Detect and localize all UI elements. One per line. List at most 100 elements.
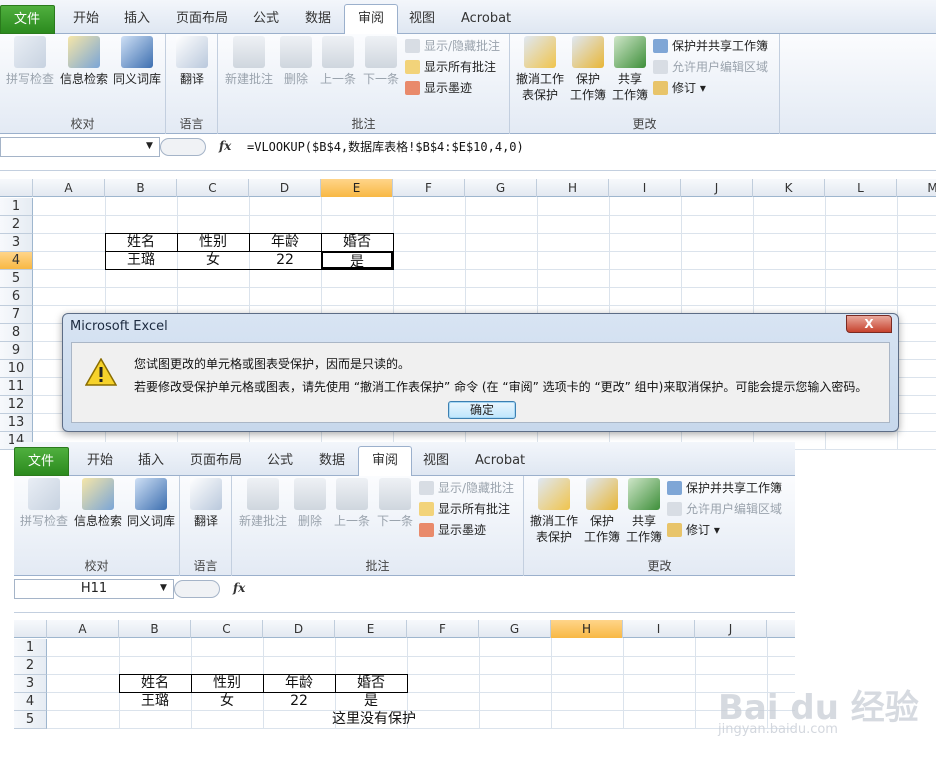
thesaurus-button[interactable]: 同义词库 [125, 478, 177, 529]
formula-expand-handle[interactable] [174, 580, 220, 598]
unprotect-sheet-button[interactable]: 撤消工作 表保护 [512, 36, 568, 103]
cell-B4[interactable]: 王璐 [105, 251, 177, 269]
tab-data[interactable]: 数据 [306, 447, 358, 476]
cell-E4-active[interactable]: 是 [321, 251, 393, 270]
delete-comment-button[interactable]: 删除 [292, 478, 328, 529]
row-header-selected[interactable]: 4 [0, 252, 33, 270]
col-header[interactable]: I [609, 179, 681, 197]
ok-button[interactable]: 确定 [448, 401, 516, 419]
row-header[interactable]: 9 [0, 342, 33, 360]
name-box[interactable]: H11 [14, 579, 174, 599]
tab-view[interactable]: 视图 [396, 5, 448, 34]
cell-C4[interactable]: 女 [191, 692, 263, 710]
chevron-down-icon[interactable]: ▼ [160, 583, 167, 593]
tab-page-layout[interactable]: 页面布局 [177, 447, 255, 476]
col-header[interactable]: I [623, 620, 695, 638]
share-workbook-button[interactable]: 共享 工作簿 [610, 36, 650, 103]
sheet-grid[interactable]: A B C D E F G H I J 1 2 3 4 5 姓名 性别 年龄 婚… [14, 620, 795, 732]
col-header[interactable]: F [407, 620, 479, 638]
protect-workbook-button[interactable]: 保护 工作簿 [582, 478, 622, 545]
allow-edit-ranges-button[interactable]: 允许用户编辑区域 [666, 499, 782, 519]
row-header[interactable]: 12 [0, 396, 33, 414]
col-header[interactable]: D [263, 620, 335, 638]
col-header[interactable]: C [177, 179, 249, 197]
tab-insert[interactable]: 插入 [111, 5, 163, 34]
row-header[interactable]: 3 [0, 234, 33, 252]
show-hide-comment-button[interactable]: 显示/隐藏批注 [404, 36, 500, 56]
next-comment-button[interactable]: 下一条 [374, 478, 416, 529]
cell-D3[interactable]: 年龄 [263, 674, 335, 692]
row-header[interactable]: 5 [14, 711, 47, 729]
col-header[interactable]: H [537, 179, 609, 197]
track-changes-button[interactable]: 修订 ▾ [652, 78, 706, 98]
show-all-comments-button[interactable]: 显示所有批注 [418, 499, 510, 519]
chevron-down-icon[interactable]: ▼ [146, 141, 153, 151]
tab-acrobat[interactable]: Acrobat [448, 5, 524, 34]
show-ink-button[interactable]: 显示墨迹 [404, 78, 472, 98]
share-workbook-button[interactable]: 共享 工作簿 [624, 478, 664, 545]
col-header[interactable]: J [695, 620, 767, 638]
row-header[interactable]: 10 [0, 360, 33, 378]
thesaurus-button[interactable]: 同义词库 [111, 36, 163, 87]
cell-D4[interactable]: 22 [263, 692, 335, 710]
col-header[interactable]: L [825, 179, 897, 197]
cell-C3[interactable]: 性别 [177, 233, 249, 251]
protect-share-button[interactable]: 保护并共享工作簿 [652, 36, 768, 56]
unprotect-sheet-button[interactable]: 撤消工作 表保护 [526, 478, 582, 545]
cell-E5-note[interactable]: 这里没有保护 [314, 710, 434, 728]
allow-edit-ranges-button[interactable]: 允许用户编辑区域 [652, 57, 768, 77]
row-header[interactable]: 2 [0, 216, 33, 234]
next-comment-button[interactable]: 下一条 [360, 36, 402, 87]
col-header-selected[interactable]: H [551, 620, 623, 638]
col-header[interactable]: G [465, 179, 537, 197]
research-button[interactable]: 信息检索 [58, 36, 110, 87]
protect-share-button[interactable]: 保护并共享工作簿 [666, 478, 782, 498]
name-box[interactable] [0, 137, 160, 157]
cell-D4[interactable]: 22 [249, 251, 321, 269]
col-header[interactable]: A [47, 620, 119, 638]
col-header[interactable]: A [33, 179, 105, 197]
tab-home[interactable]: 开始 [60, 5, 112, 34]
tab-file[interactable]: 文件 [14, 447, 69, 476]
show-all-comments-button[interactable]: 显示所有批注 [404, 57, 496, 77]
row-header[interactable]: 1 [0, 198, 33, 216]
tab-formulas[interactable]: 公式 [240, 5, 292, 34]
tab-formulas[interactable]: 公式 [254, 447, 306, 476]
select-all-corner[interactable] [0, 179, 33, 197]
col-header[interactable]: K [753, 179, 825, 197]
tab-home[interactable]: 开始 [74, 447, 126, 476]
cell-B4[interactable]: 王璐 [119, 692, 191, 710]
row-header[interactable]: 2 [14, 657, 47, 675]
row-header[interactable]: 4 [14, 693, 47, 711]
tab-acrobat[interactable]: Acrobat [462, 447, 538, 476]
col-header[interactable]: M [897, 179, 936, 197]
col-header[interactable]: J [681, 179, 753, 197]
row-header[interactable]: 6 [0, 288, 33, 306]
col-header-selected[interactable]: E [321, 179, 393, 197]
translate-button[interactable]: 翻译 [168, 36, 216, 87]
row-header[interactable]: 3 [14, 675, 47, 693]
research-button[interactable]: 信息检索 [72, 478, 124, 529]
protect-workbook-button[interactable]: 保护 工作簿 [568, 36, 608, 103]
cell-B3[interactable]: 姓名 [119, 674, 191, 692]
spell-check-button[interactable]: 拼写检查 [4, 36, 56, 87]
cell-E4[interactable]: 是 [335, 692, 407, 710]
insert-function-icon[interactable]: fx [219, 139, 231, 153]
col-header[interactable]: B [119, 620, 191, 638]
prev-comment-button[interactable]: 上一条 [331, 478, 373, 529]
col-header[interactable]: C [191, 620, 263, 638]
close-button[interactable]: X [846, 315, 892, 333]
row-header[interactable]: 1 [14, 639, 47, 657]
formula-input[interactable]: =VLOOKUP($B$4,数据库表格!$B$4:$E$10,4,0) [247, 137, 524, 157]
prev-comment-button[interactable]: 上一条 [317, 36, 359, 87]
track-changes-button[interactable]: 修订 ▾ [666, 520, 720, 540]
tab-review[interactable]: 审阅 [344, 4, 399, 35]
insert-function-icon[interactable]: fx [233, 581, 245, 595]
formula-expand-handle[interactable] [160, 138, 206, 156]
col-header[interactable]: G [479, 620, 551, 638]
new-comment-button[interactable]: 新建批注 [234, 478, 292, 529]
row-header[interactable]: 13 [0, 414, 33, 432]
tab-view[interactable]: 视图 [410, 447, 462, 476]
row-header[interactable]: 7 [0, 306, 33, 324]
translate-button[interactable]: 翻译 [182, 478, 230, 529]
